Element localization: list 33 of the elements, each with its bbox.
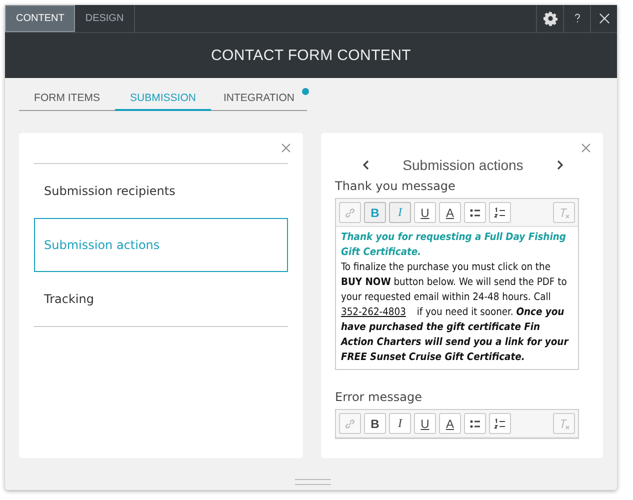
bullet-list-icon[interactable] xyxy=(468,206,481,218)
field-label: Error message xyxy=(334,390,423,404)
menu-item[interactable]: Submission recipients xyxy=(34,164,288,218)
settings-icon[interactable] xyxy=(542,11,558,26)
text-color-button[interactable]: A xyxy=(438,202,461,223)
tab[interactable]: FORM ITEMS xyxy=(19,86,115,111)
toolbar-button[interactable] xyxy=(488,202,511,223)
rich-text-editor[interactable] xyxy=(334,198,579,370)
toolbar-button[interactable] xyxy=(464,413,486,434)
rich-text-editor[interactable]: B I U A xyxy=(334,409,579,439)
mode-tab[interactable]: CONTENT xyxy=(5,5,76,32)
underline-button[interactable]: U xyxy=(414,202,436,223)
toolbar-button[interactable] xyxy=(488,413,511,434)
message-headline: Thank you for requesting a Full Day Fishing Gift Certificate. xyxy=(340,231,567,260)
numbered-list-icon[interactable] xyxy=(494,418,506,430)
underline-button[interactable]: U xyxy=(414,413,436,434)
tab[interactable]: INTEGRATION xyxy=(211,86,307,111)
panel-heading: Submission actions xyxy=(402,157,524,173)
bullet-list-icon[interactable] xyxy=(468,418,481,430)
resize-handle[interactable] xyxy=(295,479,331,485)
phone-link[interactable]: 352-262-4803 xyxy=(340,307,406,318)
text-color-button[interactable]: A xyxy=(438,413,461,434)
mode-tab[interactable]: DESIGN xyxy=(75,5,135,32)
toolbar-button[interactable] xyxy=(464,202,486,223)
message-text: To finalize the purchase you must click on the BUY NOW button below. We will send the PDF to your requested email within 24-48 hours. Call 352-262-4803 if you need it sooner. Once you have purchased the gift certificate Fin Action Charters will send you a link for your FREE Sunset Cruise Gift Certificate. xyxy=(340,261,570,365)
italic-button[interactable]: I xyxy=(388,413,411,434)
chevron-left-icon[interactable] xyxy=(362,160,369,170)
numbered-list-icon[interactable] xyxy=(494,206,506,218)
dialog-title: CONTACT FORM CONTENT xyxy=(210,47,412,64)
bold-button[interactable]: B xyxy=(364,413,386,434)
chevron-right-icon[interactable] xyxy=(556,160,563,170)
field-label: Thank you message xyxy=(334,179,456,193)
menu-item[interactable]: Tracking xyxy=(34,272,288,326)
